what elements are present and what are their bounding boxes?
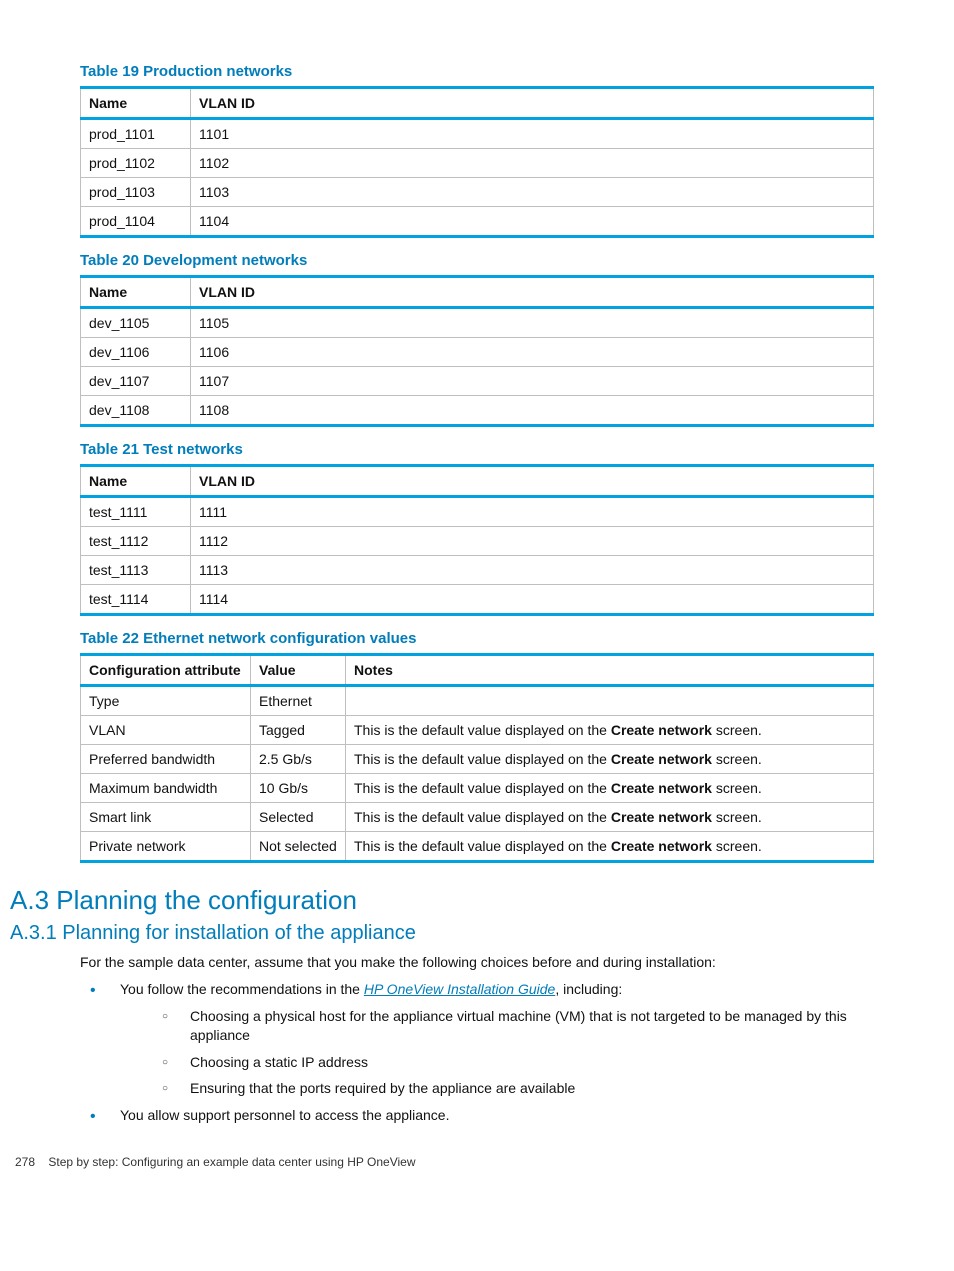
subsection-heading-a31: A.3.1 Planning for installation of the a… (10, 922, 874, 945)
table-header: Name (81, 277, 191, 308)
table-22: Configuration attribute Value Notes Type… (80, 653, 874, 863)
table-row: prod_11031103 (81, 178, 874, 207)
table-header: Configuration attribute (81, 655, 251, 686)
list-item: Choosing a static IP address (120, 1053, 874, 1072)
table-20-caption: Table 20 Development networks (80, 252, 874, 269)
sub-bullet-list: Choosing a physical host for the applian… (120, 1007, 874, 1099)
table-header: VLAN ID (191, 88, 874, 119)
table-row: prod_11021102 (81, 149, 874, 178)
table-row: Smart link Selected This is the default … (81, 803, 874, 832)
list-item: You allow support personnel to access th… (80, 1106, 874, 1125)
list-item: Ensuring that the ports required by the … (120, 1079, 874, 1098)
table-row: dev_11071107 (81, 367, 874, 396)
table-row: Preferred bandwidth 2.5 Gb/s This is the… (81, 745, 874, 774)
table-19-caption: Table 19 Production networks (80, 63, 874, 80)
footer-title: Step by step: Configuring an example dat… (48, 1155, 415, 1169)
table-row: VLAN Tagged This is the default value di… (81, 716, 874, 745)
table-row: test_11111111 (81, 497, 874, 527)
table-row: prod_11041104 (81, 207, 874, 237)
table-row: Private network Not selected This is the… (81, 832, 874, 862)
table-row: dev_11081108 (81, 396, 874, 426)
page-footer: 278 Step by step: Configuring an example… (80, 1155, 874, 1169)
table-header: VLAN ID (191, 277, 874, 308)
intro-paragraph: For the sample data center, assume that … (80, 953, 874, 972)
table-header: VLAN ID (191, 466, 874, 497)
table-header: Notes (346, 655, 874, 686)
table-row: dev_11061106 (81, 338, 874, 367)
table-row: test_11141114 (81, 585, 874, 615)
table-20: Name VLAN ID dev_11051105 dev_11061106 d… (80, 275, 874, 427)
table-22-caption: Table 22 Ethernet network configuration … (80, 630, 874, 647)
table-header: Value (251, 655, 346, 686)
table-row: Type Ethernet (81, 686, 874, 716)
table-row: test_11131113 (81, 556, 874, 585)
table-row: prod_11011101 (81, 119, 874, 149)
table-21: Name VLAN ID test_11111111 test_11121112… (80, 464, 874, 616)
installation-guide-link[interactable]: HP OneView Installation Guide (364, 981, 555, 997)
table-header: Name (81, 88, 191, 119)
section-heading-a3: A.3 Planning the configuration (10, 885, 874, 916)
table-21-caption: Table 21 Test networks (80, 441, 874, 458)
table-header: Name (81, 466, 191, 497)
table-19: Name VLAN ID prod_11011101 prod_11021102… (80, 86, 874, 238)
table-row: Maximum bandwidth 10 Gb/s This is the de… (81, 774, 874, 803)
table-row: test_11121112 (81, 527, 874, 556)
page-number: 278 (15, 1155, 35, 1169)
list-item: Choosing a physical host for the applian… (120, 1007, 874, 1045)
bullet-list: You follow the recommendations in the HP… (80, 980, 874, 1125)
table-row: dev_11051105 (81, 308, 874, 338)
list-item: You follow the recommendations in the HP… (80, 980, 874, 1098)
